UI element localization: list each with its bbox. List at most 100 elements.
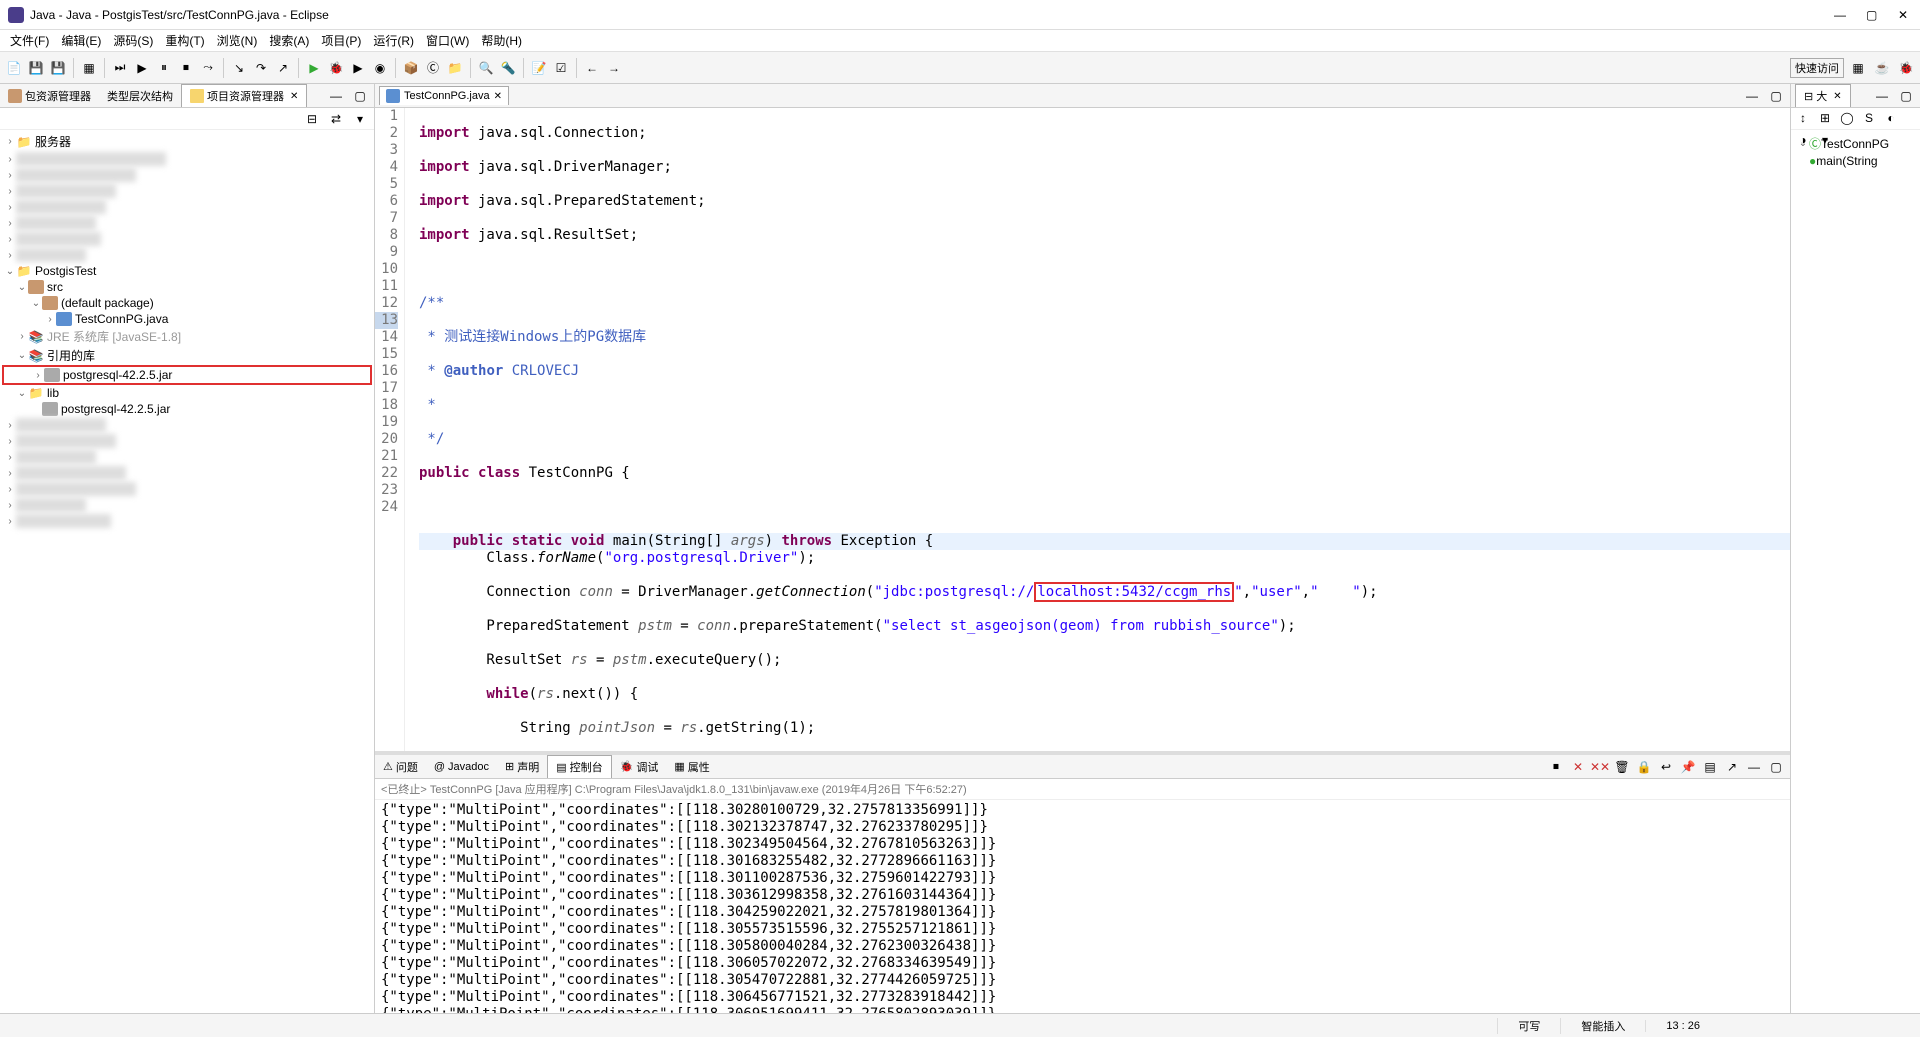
disconnect-button[interactable]: ⤳ (198, 58, 218, 78)
close-tab-icon[interactable]: ✕ (494, 91, 502, 102)
minimize-outline-button[interactable]: — (1872, 86, 1892, 106)
tab-console[interactable]: ▤控制台 (547, 755, 611, 778)
minimize-console-button[interactable]: — (1744, 757, 1764, 777)
tab-problems[interactable]: ⚠问题 (375, 756, 426, 778)
debug-button[interactable]: 🐞 (326, 58, 346, 78)
open-type-button[interactable]: 🔍 (476, 58, 496, 78)
suspend-button[interactable]: ⏸ (154, 58, 174, 78)
menu-project[interactable]: 项目(P) (315, 30, 367, 51)
tab-package-explorer[interactable]: 包资源管理器 (0, 85, 99, 107)
run-last-button[interactable]: ▶ (348, 58, 368, 78)
back-button[interactable]: ← (582, 58, 602, 78)
new-folder-button[interactable]: 📁 (445, 58, 465, 78)
skip-button[interactable]: ⏭ (110, 58, 130, 78)
tree-ref-libs[interactable]: 引用的库 (47, 347, 95, 364)
tree-jar2[interactable]: postgresql-42.2.5.jar (61, 402, 170, 416)
console-wrap-button[interactable]: ↩ (1656, 757, 1676, 777)
menu-source[interactable]: 源码(S) (107, 30, 159, 51)
outline-filter-button[interactable]: ⊞ (1815, 108, 1835, 128)
console-terminate-button[interactable]: ⏹ (1546, 757, 1566, 777)
tree-src[interactable]: src (47, 280, 63, 294)
console-scroll-lock-button[interactable]: 🔒 (1634, 757, 1654, 777)
project-tree[interactable]: ›📁服务器 › › › › › › › ⌄📁PostgisTest ⌄src ⌄… (0, 130, 374, 1013)
minimize-view-button[interactable]: — (326, 86, 346, 106)
collapse-all-button[interactable]: ⊟ (302, 109, 322, 129)
task-button[interactable]: ☑ (551, 58, 571, 78)
console-pin-button[interactable]: 📌 (1678, 757, 1698, 777)
maximize-console-button[interactable]: ▢ (1766, 757, 1786, 777)
forward-button[interactable]: → (604, 58, 624, 78)
tab-outline[interactable]: ⊟大✕ (1795, 84, 1851, 107)
tab-declaration[interactable]: ⊞声明 (497, 756, 547, 778)
code-editor[interactable]: import java.sql.Connection; import java.… (417, 108, 1790, 751)
outline-hide-fields-button[interactable]: ◯ (1837, 108, 1857, 128)
outline-class[interactable]: ⌄Ⓒ TestConnPG (1795, 134, 1916, 153)
console-remove-button[interactable]: ✕ (1568, 757, 1588, 777)
editor-tab-testconnpg[interactable]: TestConnPG.java ✕ (379, 86, 509, 105)
tree-jre[interactable]: JRE 系统库 [JavaSE-1.8] (47, 328, 181, 345)
console-display-button[interactable]: ▤ (1700, 757, 1720, 777)
debug-perspective-button[interactable]: 🐞 (1896, 58, 1916, 78)
minimize-button[interactable]: — (1834, 8, 1848, 22)
outline-hide-nonpublic-button[interactable]: ◐ (1881, 108, 1901, 128)
coverage-button[interactable]: ◉ (370, 58, 390, 78)
fold-column[interactable] (405, 108, 417, 751)
new-pkg-button[interactable]: 📦 (401, 58, 421, 78)
close-icon[interactable]: ✕ (290, 91, 298, 102)
toggle-button[interactable]: ▦ (79, 58, 99, 78)
maximize-editor-button[interactable]: ▢ (1766, 86, 1786, 106)
console-open-button[interactable]: ↗ (1722, 757, 1742, 777)
java-file-icon (386, 89, 400, 103)
tab-javadoc[interactable]: @Javadoc (426, 758, 497, 776)
step-into-button[interactable]: ↘ (229, 58, 249, 78)
outline-sort-button[interactable]: ↕ (1793, 108, 1813, 128)
tab-type-hierarchy[interactable]: 类型层次结构 (99, 85, 181, 107)
link-editor-button[interactable]: ⇄ (326, 109, 346, 129)
save-button[interactable]: 💾 (26, 58, 46, 78)
menu-navigate[interactable]: 浏览(N) (211, 30, 264, 51)
new-button[interactable]: 📄 (4, 58, 24, 78)
new-class-button[interactable]: Ⓒ (423, 58, 443, 78)
step-return-button[interactable]: ↗ (273, 58, 293, 78)
outline-main-method[interactable]: ● main(String (1795, 153, 1916, 169)
menu-edit[interactable]: 编辑(E) (55, 30, 107, 51)
close-button[interactable]: ✕ (1898, 8, 1912, 22)
console-clear-button[interactable]: 🗑 (1612, 757, 1632, 777)
minimize-editor-button[interactable]: — (1742, 86, 1762, 106)
java-perspective-button[interactable]: ☕ (1872, 58, 1892, 78)
menu-file[interactable]: 文件(F) (4, 30, 55, 51)
outline-hide-static-button[interactable]: S (1859, 108, 1879, 128)
tree-jar-highlighted[interactable]: postgresql-42.2.5.jar (63, 368, 172, 382)
tree-java-file[interactable]: TestConnPG.java (75, 312, 168, 326)
console-remove-all-button[interactable]: ✕✕ (1590, 757, 1610, 777)
maximize-button[interactable]: ▢ (1866, 8, 1880, 22)
menu-refactor[interactable]: 重构(T) (159, 30, 210, 51)
menu-help[interactable]: 帮助(H) (475, 30, 528, 51)
menu-window[interactable]: 窗口(W) (420, 30, 475, 51)
resume-button[interactable]: ▶ (132, 58, 152, 78)
console-output[interactable]: {"type":"MultiPoint","coordinates":[[118… (375, 800, 1790, 1013)
search-button[interactable]: 🔦 (498, 58, 518, 78)
perspective-switch-button[interactable]: ▦ (1848, 58, 1868, 78)
menu-run[interactable]: 运行(R) (367, 30, 420, 51)
terminate-button[interactable]: ⏹ (176, 58, 196, 78)
menu-search[interactable]: 搜索(A) (263, 30, 315, 51)
tree-lib[interactable]: lib (47, 386, 59, 400)
save-all-button[interactable]: 💾 (48, 58, 68, 78)
step-over-button[interactable]: ↷ (251, 58, 271, 78)
tab-project-explorer[interactable]: 项目资源管理器✕ (181, 84, 307, 107)
maximize-outline-button[interactable]: ▢ (1896, 86, 1916, 106)
annotation-button[interactable]: 📝 (529, 58, 549, 78)
run-button[interactable]: ▶ (304, 58, 324, 78)
close-icon[interactable]: ✕ (1833, 91, 1841, 102)
quick-access[interactable]: 快速访问 (1790, 58, 1844, 78)
tree-postgistest[interactable]: PostgisTest (35, 264, 96, 278)
editor-panel: TestConnPG.java ✕ — ▢ 123456789101112131… (375, 84, 1790, 1013)
tree-servers[interactable]: 服务器 (35, 133, 71, 150)
eclipse-icon (8, 7, 24, 23)
maximize-view-button[interactable]: ▢ (350, 86, 370, 106)
tab-debug[interactable]: 🐞调试 (612, 756, 667, 778)
tree-default-pkg[interactable]: (default package) (61, 296, 154, 310)
tab-properties[interactable]: ▦属性 (666, 756, 717, 778)
view-menu-button[interactable]: ▾ (350, 109, 370, 129)
